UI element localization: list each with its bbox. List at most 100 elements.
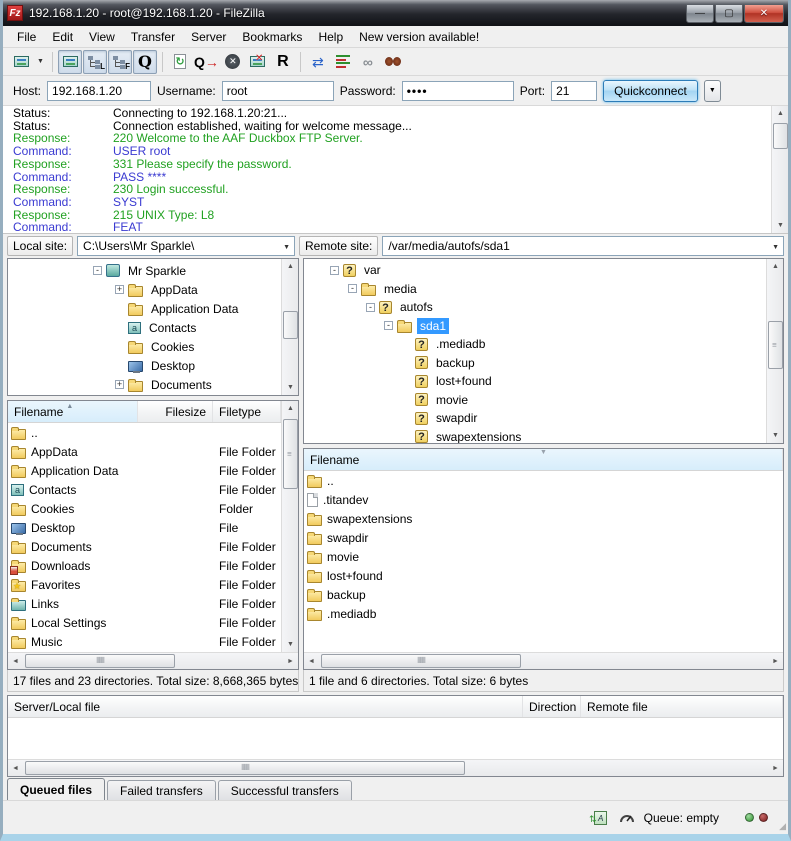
scroll-up-icon[interactable]: ▲ [772, 106, 789, 121]
tab-queued-files[interactable]: Queued files [7, 778, 105, 800]
column-header-filename[interactable]: Filename ▲ [8, 401, 138, 422]
reconnect-button[interactable]: R [271, 50, 295, 74]
scroll-down-icon[interactable]: ▼ [282, 637, 298, 652]
collapse-icon[interactable]: - [384, 321, 393, 330]
file-row[interactable]: DownloadsFile Folder [8, 556, 281, 575]
collapse-icon[interactable]: - [93, 266, 102, 275]
file-row[interactable]: Local SettingsFile Folder [8, 613, 281, 632]
toggle-local-tree-button[interactable]: L [83, 50, 107, 74]
collapse-icon[interactable]: - [348, 284, 357, 293]
file-row[interactable]: aContactsFile Folder [8, 480, 281, 499]
queue-hscrollbar[interactable]: ◄ ► [8, 759, 783, 776]
tree-item-autofs[interactable]: - ? autofs [304, 298, 766, 317]
file-row[interactable]: CookiesFolder [8, 499, 281, 518]
menu-bookmarks[interactable]: Bookmarks [234, 28, 310, 46]
remote-tree-scroll-thumb[interactable] [768, 321, 783, 369]
scroll-down-icon[interactable]: ▼ [767, 428, 784, 443]
combo-arrow-icon[interactable]: ▼ [772, 244, 779, 251]
site-manager-dropdown[interactable]: ▼ [34, 50, 47, 74]
menu-edit[interactable]: Edit [44, 28, 81, 46]
tree-item-swapextensions[interactable]: ? swapextensions [304, 428, 766, 444]
local-list-scroll-thumb[interactable] [283, 419, 298, 489]
close-button[interactable]: ✕ [744, 4, 784, 23]
menu-help[interactable]: Help [310, 28, 351, 46]
combo-arrow-icon[interactable]: ▼ [283, 244, 290, 251]
column-header-local-file[interactable]: Server/Local file [8, 696, 523, 717]
port-input[interactable] [551, 81, 597, 101]
tab-successful-transfers[interactable]: Successful transfers [218, 780, 352, 800]
file-row[interactable]: Application DataFile Folder [8, 461, 281, 480]
resize-grip[interactable]: ◢ [779, 821, 786, 832]
find-files-button[interactable] [381, 50, 405, 74]
transfer-type-icon[interactable]: A [592, 810, 610, 826]
local-site-combo[interactable]: C:\Users\Mr Sparkle\ ▼ [77, 236, 295, 256]
file-row[interactable]: .. [8, 423, 281, 442]
log-scroll-thumb[interactable] [773, 123, 788, 149]
file-row[interactable]: .titandev [304, 490, 783, 509]
file-row[interactable]: swapextensions [304, 509, 783, 528]
menu-view[interactable]: View [81, 28, 123, 46]
remote-site-combo[interactable]: /var/media/autofs/sda1 ▼ [382, 236, 784, 256]
scroll-up-icon[interactable]: ▲ [767, 259, 784, 274]
file-row[interactable]: .. [304, 471, 783, 490]
tree-item-desktop[interactable]: Desktop [8, 356, 281, 375]
file-row[interactable]: lost+found [304, 566, 783, 585]
local-list-hscroll-thumb[interactable] [25, 654, 175, 668]
scroll-up-icon[interactable]: ▲ [282, 259, 299, 274]
file-row[interactable]: AppDataFile Folder [8, 442, 281, 461]
tab-failed-transfers[interactable]: Failed transfers [107, 780, 216, 800]
queue-hscroll-thumb[interactable] [25, 761, 465, 775]
refresh-button[interactable]: ↻ [168, 50, 192, 74]
quickconnect-dropdown[interactable]: ▼ [704, 80, 721, 102]
local-tree-scrollbar[interactable]: ▲ ▼ [281, 259, 298, 395]
file-row[interactable]: backup [304, 585, 783, 604]
tree-item-media[interactable]: - media [304, 280, 766, 299]
queue-list[interactable] [8, 718, 783, 759]
tree-item-contacts[interactable]: a Contacts [8, 318, 281, 337]
scroll-left-icon[interactable]: ◄ [8, 653, 23, 670]
scroll-left-icon[interactable]: ◄ [304, 653, 319, 670]
scroll-down-icon[interactable]: ▼ [772, 218, 789, 233]
tree-item-appdata[interactable]: + AppData [8, 280, 281, 299]
scroll-right-icon[interactable]: ► [768, 760, 783, 777]
collapse-icon[interactable]: - [366, 303, 375, 312]
disconnect-button[interactable]: ✕ [246, 50, 270, 74]
scroll-right-icon[interactable]: ► [768, 653, 783, 670]
compare-directories-button[interactable]: ⇄ [306, 50, 330, 74]
file-row[interactable]: swapdir [304, 528, 783, 547]
file-row[interactable]: LinksFile Folder [8, 594, 281, 613]
collapse-icon[interactable]: - [330, 266, 339, 275]
maximize-button[interactable]: ▢ [715, 4, 743, 23]
remote-tree-scrollbar[interactable]: ▲ ▼ [766, 259, 783, 443]
tree-item-sda1[interactable]: - sda1 [304, 317, 766, 336]
speed-limits-icon[interactable] [618, 810, 636, 826]
tree-item-movie[interactable]: ? movie [304, 391, 766, 410]
file-row[interactable]: DocumentsFile Folder [8, 537, 281, 556]
toggle-remote-tree-button[interactable]: F [108, 50, 132, 74]
tree-item-lost-found[interactable]: ? lost+found [304, 372, 766, 391]
password-input[interactable] [402, 81, 514, 101]
file-row[interactable]: .mediadb [304, 604, 783, 623]
remote-list-hscroll-thumb[interactable] [321, 654, 521, 668]
tree-item-cookies[interactable]: Cookies [8, 337, 281, 356]
remote-list-hscrollbar[interactable]: ◄ ► [304, 652, 783, 669]
cancel-operation-button[interactable]: ✕ [221, 50, 245, 74]
synchronized-browsing-button[interactable] [331, 50, 355, 74]
expand-icon[interactable]: + [115, 380, 124, 389]
process-queue-button[interactable]: Q→ [193, 50, 220, 74]
site-manager-button[interactable] [9, 50, 33, 74]
scroll-up-icon[interactable]: ▲ [282, 401, 298, 416]
menu-transfer[interactable]: Transfer [123, 28, 183, 46]
column-header-filetype[interactable]: Filetype [213, 401, 281, 422]
local-list-hscrollbar[interactable]: ◄ ► [8, 652, 298, 669]
splitter-marker-icon[interactable]: ▼ [540, 449, 547, 456]
tree-item-var[interactable]: - ? var [304, 261, 766, 280]
tree-item-swapdir[interactable]: ? swapdir [304, 409, 766, 428]
column-header-remote-file[interactable]: Remote file [581, 696, 783, 717]
menu-file[interactable]: File [9, 28, 44, 46]
username-input[interactable] [222, 81, 334, 101]
menu-server[interactable]: Server [183, 28, 234, 46]
column-header-direction[interactable]: Direction [523, 696, 581, 717]
minimize-button[interactable]: — [686, 4, 714, 23]
local-tree-scroll-thumb[interactable] [283, 311, 298, 339]
